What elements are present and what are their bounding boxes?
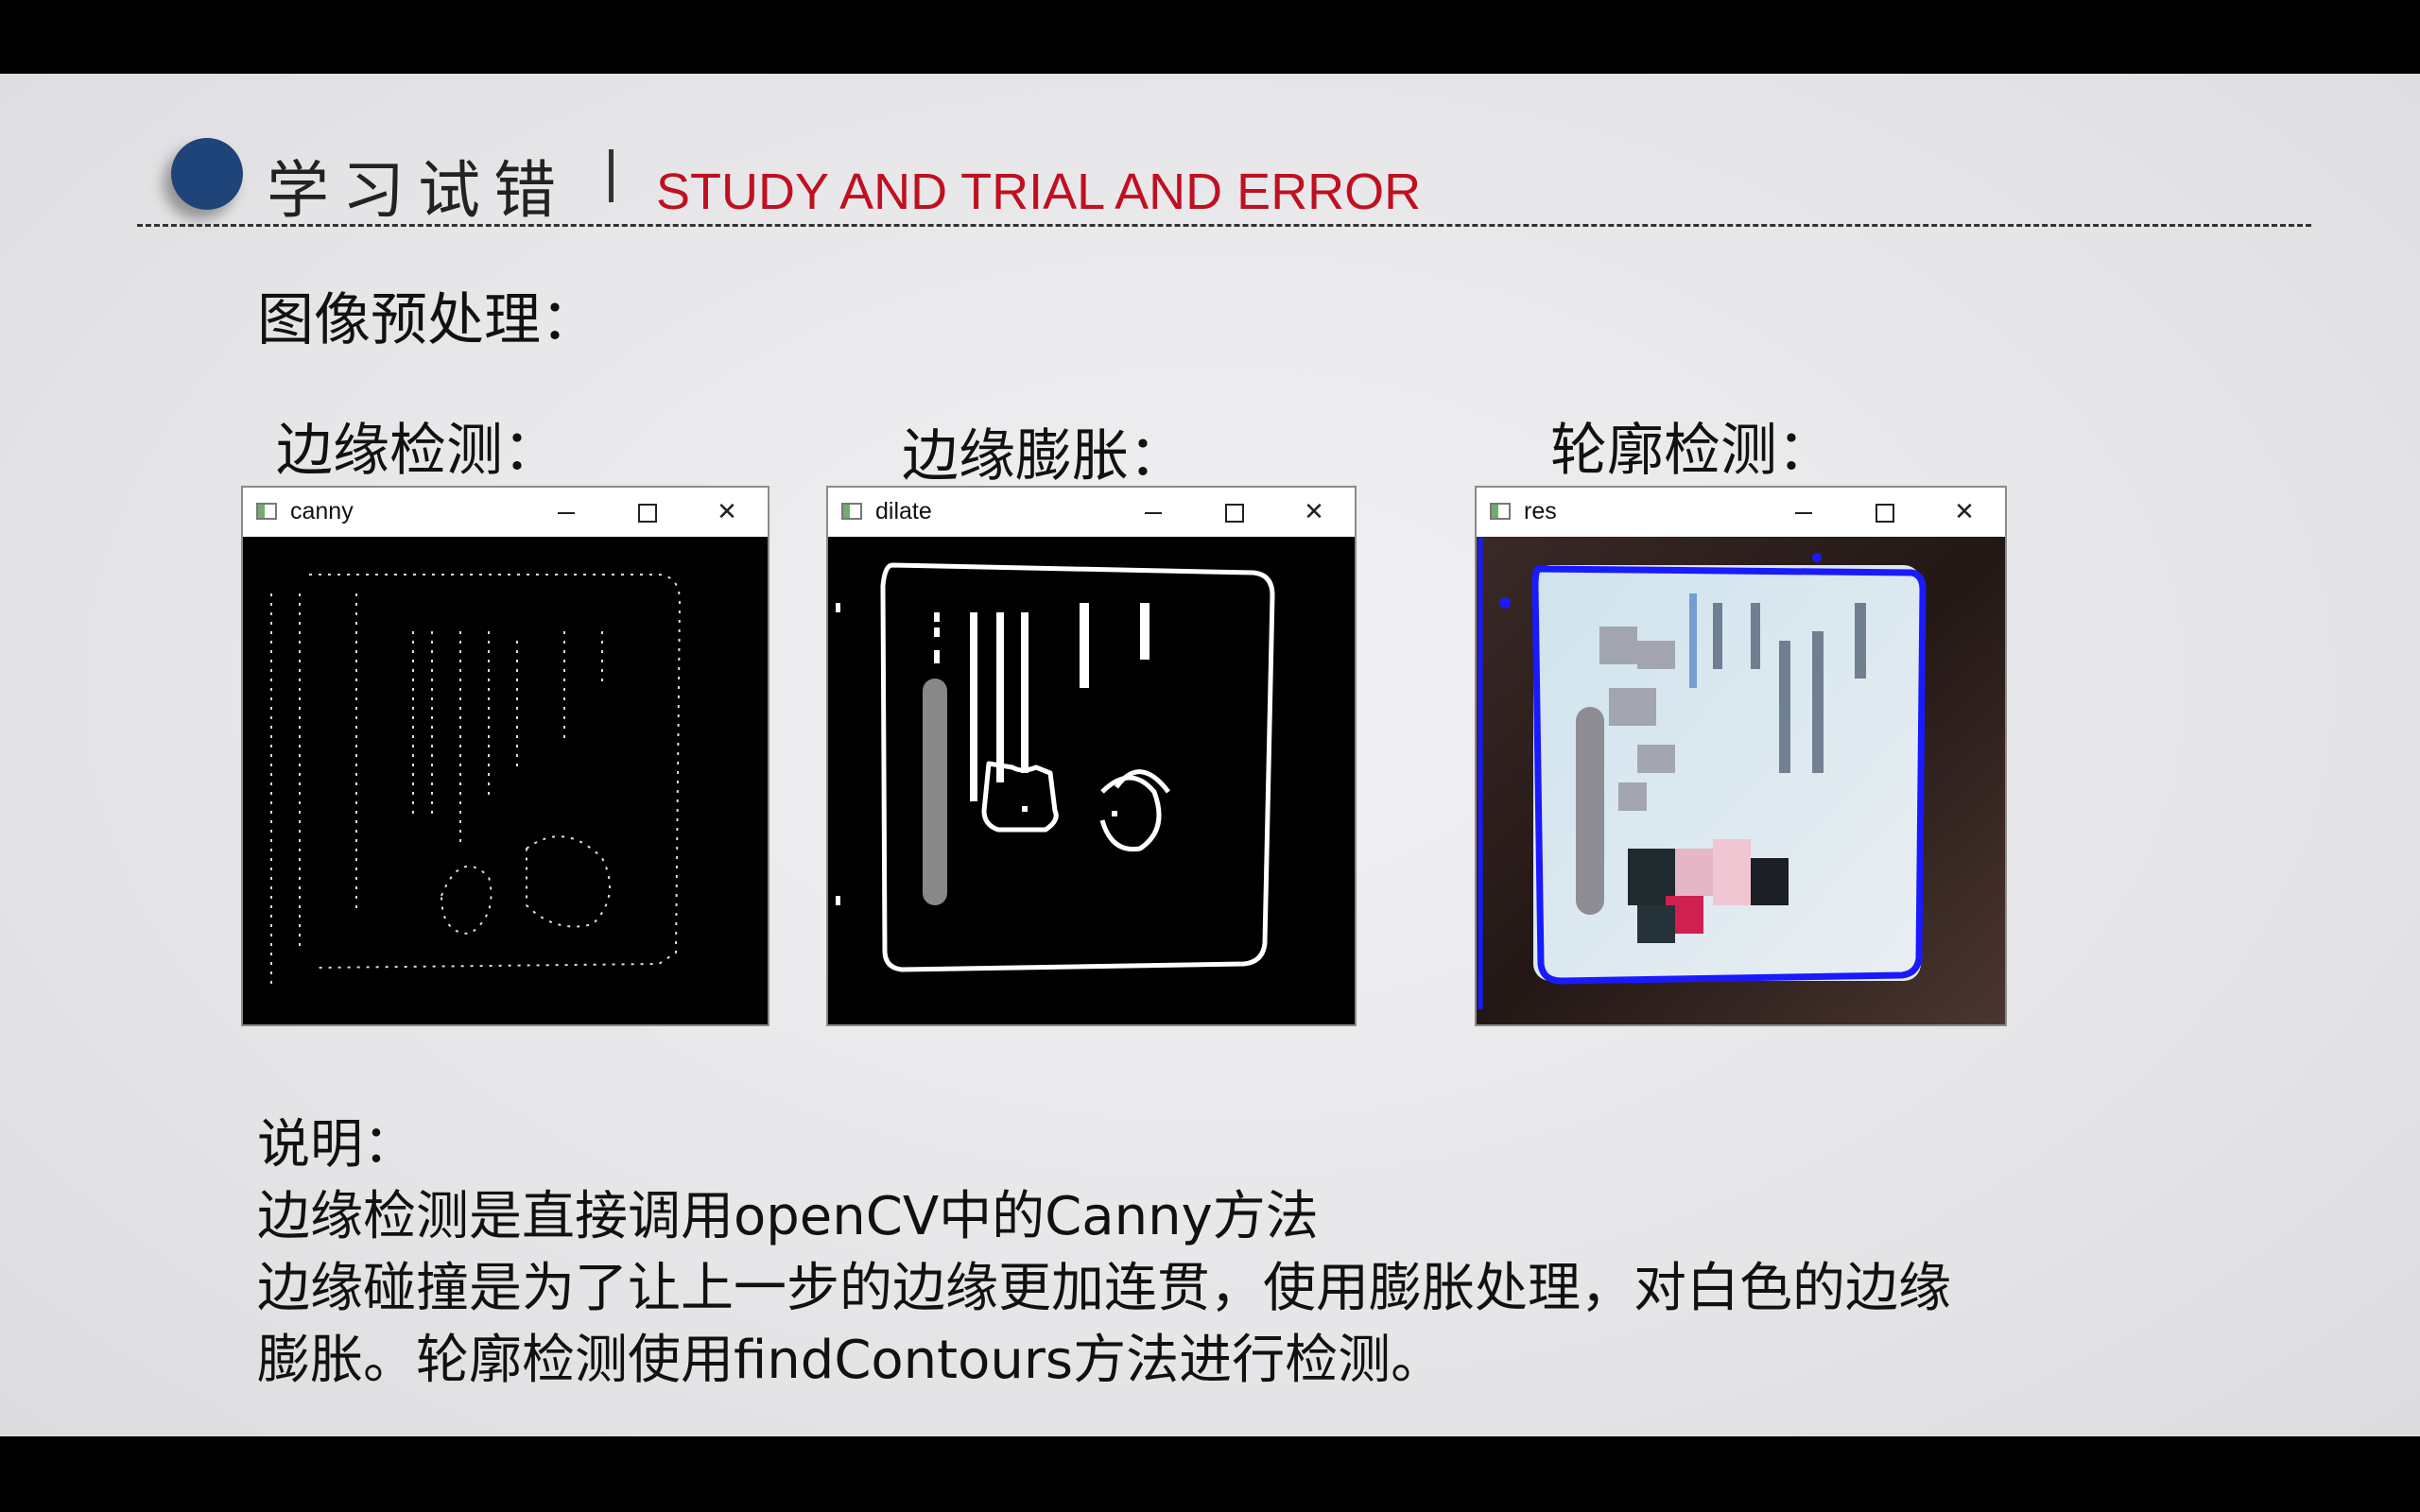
app-icon xyxy=(256,503,277,520)
window-titlebar[interactable]: canny ✕ xyxy=(243,488,768,537)
maximize-button[interactable] xyxy=(1192,488,1273,537)
slide-title-cn: 学习试错 xyxy=(267,154,569,227)
title-bullet-dot xyxy=(171,138,243,210)
minimize-button[interactable] xyxy=(1111,488,1192,537)
canny-window[interactable]: canny ✕ xyxy=(241,486,769,1026)
slide-title-en: STUDY AND TRIAL AND ERROR xyxy=(656,163,1422,220)
caption-contour-detection: 轮廓检测： xyxy=(1550,418,1834,484)
maximize-button[interactable] xyxy=(1842,488,1924,537)
description-line-2: 边缘碰撞是为了让上一步的边缘更加连贯，使用膨胀处理，对白色的边缘 xyxy=(257,1258,1951,1319)
maximize-button[interactable] xyxy=(605,488,686,537)
title-dashed-divider xyxy=(137,224,2311,227)
window-titlebar[interactable]: dilate ✕ xyxy=(828,488,1355,537)
contour-result-image xyxy=(1477,537,2005,1024)
description-line-1: 边缘检测是直接调用openCV中的Canny方法 xyxy=(257,1186,1319,1247)
close-button[interactable]: ✕ xyxy=(1273,488,1355,537)
canny-image xyxy=(243,537,768,1024)
description-label: 说明： xyxy=(257,1114,416,1176)
dilate-image xyxy=(828,537,1355,1024)
presentation-stage: 学习试错 STUDY AND TRIAL AND ERROR 图像预处理： 边缘… xyxy=(0,0,2420,1512)
letterbox-bottom xyxy=(0,1436,2420,1512)
window-titlebar[interactable]: res ✕ xyxy=(1477,488,2005,537)
res-window[interactable]: res ✕ xyxy=(1475,486,2007,1026)
minimize-button[interactable] xyxy=(524,488,605,537)
app-icon xyxy=(1490,503,1511,520)
description-line-3: 膨胀。轮廓检测使用findContours方法进行检测。 xyxy=(257,1330,1444,1391)
minimize-button[interactable] xyxy=(1761,488,1842,537)
close-button[interactable]: ✕ xyxy=(686,488,768,537)
window-title: dilate xyxy=(875,498,932,524)
close-button[interactable]: ✕ xyxy=(1924,488,2005,537)
title-separator xyxy=(609,149,614,202)
caption-edge-detection: 边缘检测： xyxy=(276,418,560,484)
dilate-window[interactable]: dilate ✕ xyxy=(826,486,1357,1026)
window-title: canny xyxy=(290,498,354,524)
letterbox-top xyxy=(0,0,2420,74)
caption-edge-dilation: 边缘膨胀： xyxy=(902,423,1185,490)
window-title: res xyxy=(1524,498,1557,524)
app-icon xyxy=(841,503,862,520)
section-heading: 图像预处理： xyxy=(257,287,597,353)
